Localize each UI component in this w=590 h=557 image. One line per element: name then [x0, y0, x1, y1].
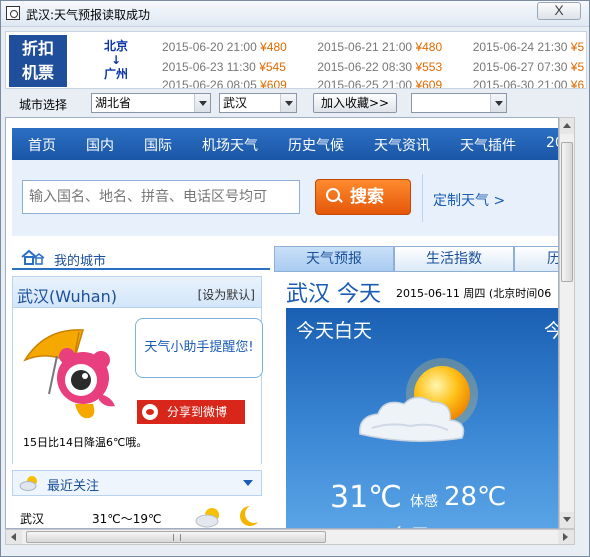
title-bar: 武汉:天气预报读取成功 X — [1, 1, 589, 27]
moon-icon — [240, 506, 258, 526]
daytime-label: 今天白天 — [296, 320, 373, 342]
vertical-scrollbar[interactable] — [559, 117, 575, 529]
fare-item[interactable]: 2015-06-25 21:00 ¥609 — [317, 78, 469, 88]
favorites-select[interactable] — [411, 93, 507, 113]
tab-life-index[interactable]: 生活指数 — [394, 246, 514, 272]
my-city-header: 我的城市 — [12, 244, 270, 270]
weather-webview: 首页 国内 国际 机场天气 历史气候 天气资讯 天气插件 20 输入国名、地名、… — [5, 117, 559, 529]
recent-label: 最近关注 — [47, 479, 100, 494]
fare-row: 2015-06-20 21:00 ¥480 2015-06-21 21:00 ¥… — [162, 40, 586, 54]
scroll-thumb[interactable] — [26, 531, 326, 543]
arrow-down-icon: ↓ — [110, 53, 122, 67]
nav-item-airport-weather[interactable]: 机场天气 — [202, 135, 258, 155]
nav-item-history-climate[interactable]: 历史气候 — [288, 135, 344, 155]
city-name[interactable]: 武汉(Wuhan) — [17, 283, 117, 307]
today-headline: 武汉 今天 — [286, 282, 381, 307]
fare-item[interactable]: 2015-06-21 21:00 ¥480 — [317, 40, 469, 54]
list-item[interactable]: 武汉 31℃～19℃ — [12, 502, 262, 528]
tab-forecast[interactable]: 天气预报 — [274, 246, 394, 272]
recent-city: 武汉 — [20, 512, 45, 526]
app-icon — [6, 6, 20, 20]
fare-item[interactable]: 2015-06-23 11:30 ¥545 — [162, 60, 314, 74]
fare-item[interactable]: 2015-06-20 21:00 ¥480 — [162, 40, 314, 54]
nav-item-domestic[interactable]: 国内 — [86, 135, 114, 155]
nav-item-more[interactable]: 20 — [546, 135, 558, 151]
scroll-down-icon[interactable] — [560, 512, 574, 528]
search-icon — [326, 188, 342, 204]
temperature-change-note: 15日比14日降温6℃哦。 — [23, 436, 148, 449]
search-button[interactable]: 搜索 — [315, 179, 411, 215]
province-select[interactable]: 湖北省 — [91, 93, 211, 113]
recent-temp: 31℃～19℃ — [92, 512, 162, 526]
close-button[interactable]: X — [537, 2, 581, 20]
chevron-down-icon[interactable] — [243, 480, 253, 486]
set-default-link[interactable]: [设为默认] — [198, 286, 255, 303]
forecast-tabs: 天气预报 生活指数 历 — [274, 246, 558, 272]
weibo-icon — [142, 404, 158, 420]
recent-header[interactable]: 最近关注 — [12, 470, 262, 496]
scroll-left-icon[interactable] — [6, 530, 22, 544]
share-weibo-button[interactable]: 分享到微博 — [137, 400, 245, 424]
my-city-label: 我的城市 — [54, 254, 107, 269]
scroll-right-icon[interactable] — [558, 530, 574, 544]
weather-condition: 多云 — [390, 520, 430, 528]
nav-item-home[interactable]: 首页 — [28, 135, 56, 155]
tab-history[interactable]: 历 — [514, 246, 558, 272]
horizontal-scrollbar[interactable] — [5, 529, 575, 545]
fare-row: 2015-06-23 11:30 ¥545 2015-06-22 08:30 ¥… — [162, 60, 586, 74]
search-input[interactable]: 输入国名、地名、拼音、电话区号均可 — [22, 180, 300, 214]
fare-item[interactable]: 2015-06-22 08:30 ¥553 — [317, 60, 469, 74]
house-icon — [21, 249, 45, 265]
feels-like-label: 体感 — [410, 494, 438, 510]
route-to: 广州 — [103, 67, 128, 81]
chevron-down-icon — [194, 94, 210, 112]
window-title: 武汉:天气预报读取成功 — [26, 8, 151, 22]
reminder-bubble: 天气小助手提醒您! — [135, 318, 263, 378]
partly-cloudy-icon — [359, 358, 478, 442]
city-bar: 武汉(Wuhan) [设为默认] — [12, 276, 262, 308]
route: 北京 ↓ 广州 — [88, 38, 144, 82]
mascot-umbrella-icon — [23, 329, 115, 419]
today-date: 2015-06-11 周四 (北京时间06 — [396, 287, 552, 300]
nav-item-international[interactable]: 国际 — [144, 135, 172, 155]
tonight-label: 今 — [544, 316, 558, 343]
sun-cloud-icon — [195, 508, 219, 528]
route-from: 北京 — [103, 39, 128, 53]
scroll-thumb[interactable] — [561, 142, 573, 282]
cloud-icon — [19, 476, 37, 491]
divider — [422, 174, 423, 222]
fare-item[interactable]: 2015-06-26 08:05 ¥609 — [162, 78, 314, 88]
fare-row: 2015-06-26 08:05 ¥609 2015-06-25 21:00 ¥… — [162, 78, 586, 88]
city-select[interactable]: 武汉 — [219, 93, 297, 113]
grip-icon — [173, 534, 181, 541]
city-select-label: 城市选择 — [19, 98, 68, 112]
current-temperature: 31℃ — [330, 480, 402, 515]
chevron-down-icon — [280, 94, 296, 112]
fare-item[interactable]: 2015-06-24 21:30 ¥5 — [473, 40, 586, 54]
feels-like-value: 28℃ — [444, 482, 507, 512]
fare-item[interactable]: 2015-06-30 21:00 ¥6 — [473, 78, 586, 88]
today-weather-panel: 今天白天 今 31℃ 体感 28℃ 多云 — [286, 308, 558, 528]
close-icon: X — [554, 2, 564, 18]
site-nav: 首页 国内 国际 机场天气 历史气候 天气资讯 天气插件 20 — [12, 128, 558, 160]
nav-item-weather-news[interactable]: 天气资讯 — [374, 135, 430, 155]
city-toolbar: 城市选择 湖北省 武汉 加入收藏>> — [5, 91, 587, 115]
discount-ticket-badge: 折扣机票 — [9, 35, 67, 87]
custom-weather-link[interactable]: 定制天气 > — [433, 190, 505, 210]
airfare-ticker[interactable]: 折扣机票 北京 ↓ 广州 2015-06-20 21:00 ¥480 2015-… — [5, 31, 587, 89]
app-window: 武汉:天气预报读取成功 X 折扣机票 北京 ↓ 广州 2015-06-20 21… — [0, 0, 590, 557]
fare-item[interactable]: 2015-06-27 07:30 ¥5 — [473, 60, 586, 74]
scroll-up-icon[interactable] — [560, 118, 574, 134]
nav-item-weather-plugin[interactable]: 天气插件 — [460, 135, 516, 155]
search-area: 输入国名、地名、拼音、电话区号均可 搜索 定制天气 > — [12, 160, 558, 236]
add-favorite-button[interactable]: 加入收藏>> — [313, 93, 397, 113]
chevron-down-icon — [490, 94, 506, 112]
assistant-card: 天气小助手提醒您! 分享到微博 15日比14日降温6℃哦。 — [12, 308, 263, 464]
